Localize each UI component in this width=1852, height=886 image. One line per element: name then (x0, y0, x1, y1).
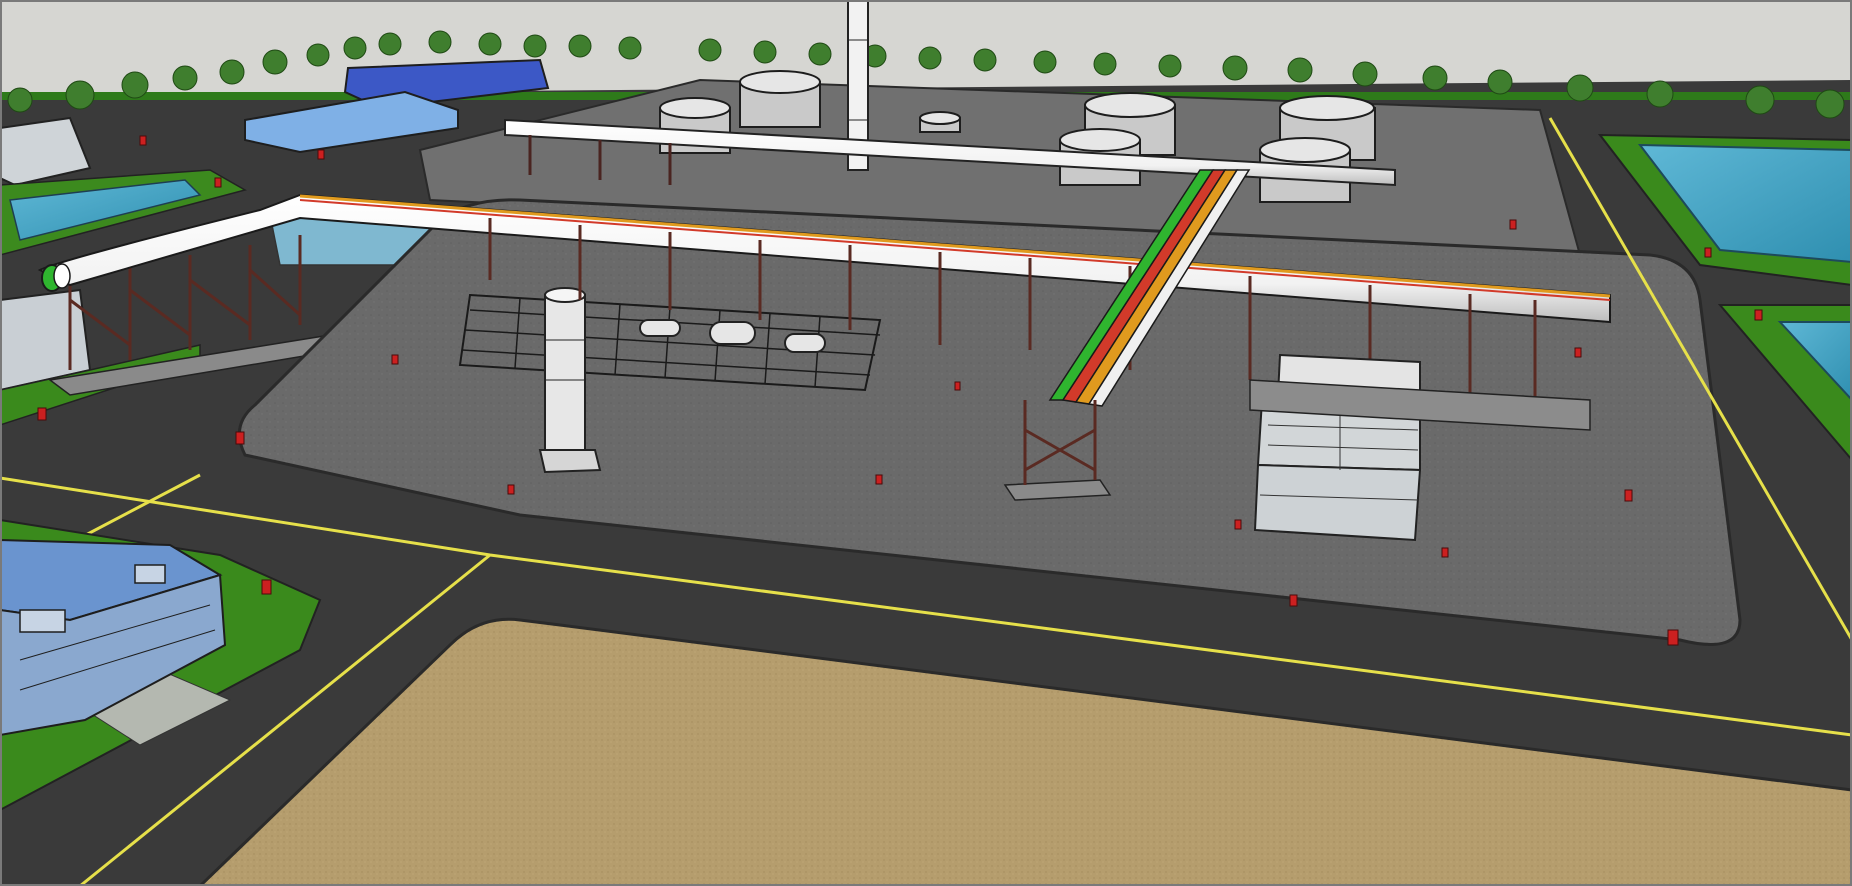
hydrant-icon (235, 431, 245, 445)
tree-icon (918, 46, 942, 70)
hydrant-icon (875, 474, 883, 485)
tree-icon (478, 32, 502, 56)
tree-icon (65, 80, 95, 110)
tree-icon (1093, 52, 1117, 76)
hydrant-icon (1234, 519, 1242, 530)
hydrant-icon (391, 354, 399, 365)
3d-model-viewport[interactable] (0, 0, 1852, 886)
tree-icon (1487, 69, 1513, 95)
tree-icon (1646, 80, 1674, 108)
tree-icon (172, 65, 198, 91)
tree-icon (1033, 50, 1057, 74)
hydrant-icon (1624, 489, 1633, 502)
hydrant-icon (1704, 247, 1712, 258)
tree-icon (378, 32, 402, 56)
tree-icon (808, 42, 832, 66)
tree-icon (428, 30, 452, 54)
hydrant-icon (507, 484, 515, 495)
hydrant-icon (1289, 594, 1298, 607)
hydrant-icon (1754, 309, 1763, 321)
industrial-plant-scene[interactable] (0, 0, 1852, 886)
hydrant-icon (317, 149, 325, 160)
tree-icon (1815, 89, 1845, 119)
tree-icon (219, 59, 245, 85)
hydrant-icon (37, 407, 47, 421)
tree-icon (1287, 57, 1313, 83)
tree-icon (753, 40, 777, 64)
tree-icon (262, 49, 288, 75)
hydrant-icon (1441, 547, 1449, 558)
tree-icon (1222, 55, 1248, 81)
tree-icon (1158, 54, 1182, 78)
hydrant-icon (214, 177, 222, 188)
hydrant-icon (954, 381, 961, 391)
tree-icon (121, 71, 149, 99)
tree-icon (618, 36, 642, 60)
tree-icon (1422, 65, 1448, 91)
tree-icon (568, 34, 592, 58)
tree-icon (973, 48, 997, 72)
tree-icon (1352, 61, 1378, 87)
tree-icon (698, 38, 722, 62)
hydrant-icon (1667, 629, 1679, 646)
tree-icon (1745, 85, 1775, 115)
hydrant-icon (261, 579, 272, 595)
tree-icon (306, 43, 330, 67)
tree-icon (523, 34, 547, 58)
tank-icon (739, 70, 821, 128)
hydrant-icon (1574, 347, 1582, 358)
hydrant-icon (139, 135, 147, 146)
hydrant-icon (1509, 219, 1517, 230)
tree-icon (1566, 74, 1594, 102)
tank-icon (919, 111, 961, 133)
tree-icon (343, 36, 367, 60)
tree-icon (7, 87, 33, 113)
